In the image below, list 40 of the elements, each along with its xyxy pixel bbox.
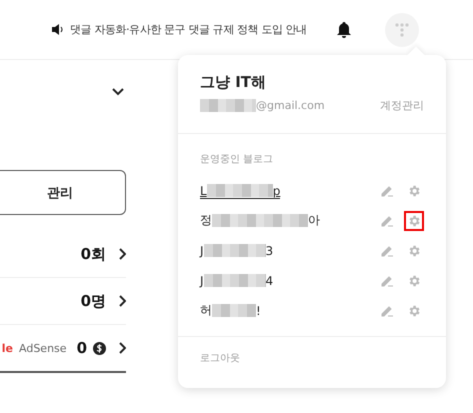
- blog-link[interactable]: J 4: [200, 274, 274, 288]
- chevron-right-icon: [118, 248, 126, 260]
- speaker-icon: [52, 24, 64, 35]
- dots-icon: [394, 22, 409, 36]
- gear-icon: [407, 274, 421, 288]
- pencil-icon[interactable]: [380, 244, 394, 258]
- pencil-icon[interactable]: [380, 214, 394, 228]
- blur-mask: [206, 184, 273, 197]
- blur-mask: [204, 244, 266, 257]
- dollar-coin-icon: [93, 342, 106, 354]
- pencil-icon[interactable]: [380, 184, 394, 198]
- stat-value: 0명: [80, 292, 106, 310]
- gear-icon: [407, 304, 421, 318]
- pencil-icon[interactable]: [380, 274, 394, 288]
- chevron-down-icon[interactable]: [112, 88, 124, 96]
- blog-link[interactable]: 허 !: [200, 302, 261, 320]
- gear-icon: [407, 184, 421, 198]
- settings-button[interactable]: [404, 211, 424, 231]
- product-label: AdSense: [19, 342, 67, 354]
- apps-button[interactable]: [384, 12, 419, 46]
- chevron-right-icon: [118, 342, 126, 354]
- gear-icon: [407, 244, 421, 258]
- section-title: 운영중인 블로그: [200, 153, 274, 166]
- blur-mask: [200, 99, 256, 112]
- blog-link[interactable]: L p: [200, 184, 280, 198]
- blog-link[interactable]: J 3: [200, 244, 274, 258]
- bell-icon[interactable]: [336, 22, 351, 38]
- stat-value: 0: [76, 339, 87, 357]
- account-name: 그냥 IT해: [200, 73, 268, 92]
- manage-button[interactable]: 관리: [0, 170, 126, 215]
- stat-value: 0회: [80, 244, 106, 264]
- brand-text: le: [2, 342, 14, 354]
- blur-mask: [204, 274, 266, 287]
- notice-link[interactable]: 댓글 자동화·유사한 문구 댓글 규제 정책 도입 안내: [70, 22, 307, 37]
- chevron-right-icon: [118, 295, 126, 307]
- blog-link[interactable]: 정 아: [200, 212, 320, 230]
- blur-mask: [212, 304, 256, 317]
- account-email: @gmail.com: [256, 99, 325, 112]
- gear-icon: [407, 214, 421, 228]
- pencil-icon[interactable]: [380, 304, 394, 318]
